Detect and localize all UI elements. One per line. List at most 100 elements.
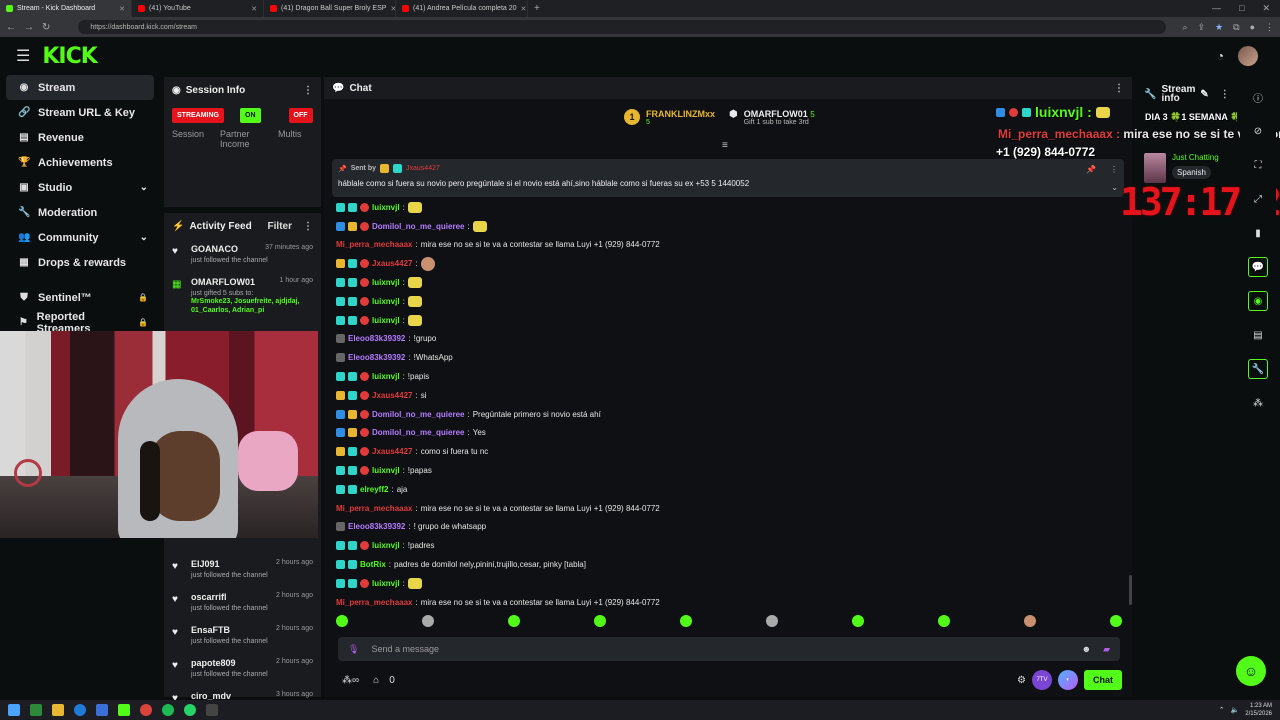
chat-username[interactable]: luixnvjl [372, 579, 400, 588]
minimize-icon[interactable]: — [1212, 3, 1221, 14]
close-icon[interactable]: ✕ [1262, 3, 1270, 14]
menu-icon[interactable]: ⋮ [1265, 22, 1274, 33]
seventv-button[interactable]: 7TV [1032, 670, 1052, 690]
fullscreen-icon[interactable]: ⛶ [1248, 155, 1268, 175]
microphone-icon[interactable]: 🎙 [348, 644, 359, 655]
clock[interactable]: 1:23 AM 2/15/2026 [1245, 702, 1272, 718]
quick-emote[interactable] [422, 615, 434, 627]
chat-username[interactable]: luixnvjl [372, 278, 400, 287]
chat-username[interactable]: Mi_perra_mechaaax [336, 240, 413, 249]
tray-chevron-icon[interactable]: ⌃ [1219, 706, 1225, 714]
sidebar-item-stream-url-key[interactable]: 🔗 Stream URL & Key [6, 100, 154, 125]
more-options-icon[interactable]: ⋮ [1114, 83, 1124, 94]
activity-icon[interactable]: ▤ [1248, 325, 1268, 345]
browser-tab[interactable]: (41) Andrea Película completa 20 ✕ [396, 0, 528, 17]
support-chat-button[interactable]: ☺ [1236, 656, 1266, 686]
quick-emote[interactable] [594, 615, 606, 627]
kick-logo[interactable]: KICK [42, 44, 97, 69]
quick-emote[interactable] [1024, 615, 1036, 627]
chat-username[interactable]: Mi_perra_mechaaax [336, 598, 413, 607]
share-icon[interactable]: ⇪ [1198, 22, 1206, 33]
extensions-icon[interactable]: ⧉ [1233, 22, 1239, 33]
edge-icon[interactable] [74, 704, 86, 716]
activity-username[interactable]: EnsaFTB [191, 625, 230, 635]
user-avatar[interactable] [1238, 46, 1258, 66]
chat-username[interactable]: luixnvjl [372, 297, 400, 306]
tab-close-icon[interactable]: ✕ [119, 5, 125, 13]
chat-username[interactable]: Eleoo83k39392 [348, 522, 405, 531]
chat-username[interactable]: Jxaus4427 [372, 391, 412, 400]
quick-emote[interactable] [852, 615, 864, 627]
chat-username[interactable]: BotRix [360, 560, 386, 569]
chat-username[interactable]: Domilol_no_me_quieree [372, 428, 464, 437]
top-gifter-2[interactable]: ⬢ OMARFLOW01 5 Gift 1 sub to take 3rd [729, 109, 815, 126]
folder-icon[interactable] [52, 704, 64, 716]
activity-username[interactable]: OMARFLOW01 [191, 277, 255, 287]
edit-pencil-icon[interactable]: ✎ [1200, 89, 1208, 99]
chat-username[interactable]: Mi_perra_mechaaax [336, 504, 413, 513]
emote-picker-icon[interactable]: ▰ [1103, 644, 1110, 655]
chrome-icon[interactable] [140, 704, 152, 716]
chat-icon[interactable]: 💬 [1248, 257, 1268, 277]
taskbar-app-icon[interactable] [206, 704, 218, 716]
browser-tab[interactable]: Stream - Kick Dashboard ✕ [0, 0, 132, 17]
volume-icon[interactable]: 🔈 [1231, 706, 1240, 714]
clipboard-icon[interactable]: ▮ [1248, 223, 1268, 243]
chat-username[interactable]: luixnvjl [372, 203, 400, 212]
chat-username[interactable]: luixnvjl [372, 466, 400, 475]
bookmark-star-icon[interactable]: ★ [1215, 22, 1223, 33]
chat-username[interactable]: elreyff2 [360, 485, 388, 494]
category-thumbnail[interactable] [1144, 153, 1166, 183]
chat-username[interactable]: Domilol_no_me_quieree [372, 410, 464, 419]
sidebar-item-achievements[interactable]: 🏆 Achievements [6, 150, 154, 175]
more-options-icon[interactable]: ⋮ [1220, 89, 1230, 99]
browser-tab[interactable]: (41) Dragon Ball Super Broly ESP ✕ [264, 0, 396, 17]
emoji-icon[interactable]: ☻ [1082, 644, 1091, 655]
maximize-icon[interactable]: □ [1239, 3, 1244, 14]
top-gifter-1[interactable]: 1 FRANKLINZMxx 5 [624, 109, 715, 126]
url-field[interactable]: https://dashboard.kick.com/stream [78, 20, 1167, 34]
chevron-down-icon[interactable]: ⌄ [140, 182, 148, 193]
quick-emote[interactable] [336, 615, 348, 627]
kick-app-icon[interactable] [118, 704, 130, 716]
chat-username[interactable]: luixnvjl [372, 541, 400, 550]
hamburger-menu-icon[interactable]: ☰ [16, 46, 30, 66]
unpin-icon[interactable]: 📌 [1086, 165, 1096, 174]
start-icon[interactable] [8, 704, 20, 716]
browser-tab[interactable]: (41) YouTube ✕ [132, 0, 264, 17]
broadcast-icon[interactable]: ◉ [1248, 291, 1268, 311]
chat-input[interactable]: 🎙 Send a message ☻ ▰ [338, 637, 1120, 661]
sidebar-item-drops-rewards[interactable]: ▦ Drops & rewards [6, 250, 154, 275]
taskbar-app-icon[interactable] [30, 704, 42, 716]
quick-emote[interactable] [1110, 615, 1122, 627]
ban-icon[interactable]: ⊘ [1248, 121, 1268, 141]
sidebar-item-community[interactable]: 👥 Community ⌄ [6, 225, 154, 250]
category-name[interactable]: Just Chatting [1172, 153, 1219, 162]
info-icon[interactable]: ⓘ [1248, 87, 1268, 107]
chat-username[interactable]: Domilol_no_me_quieree [372, 222, 464, 231]
extension-icon[interactable]: ◐ [1058, 670, 1078, 690]
quick-emote[interactable] [680, 615, 692, 627]
chat-username[interactable]: Jxaus4427 [372, 259, 412, 268]
more-options-icon[interactable]: ⋮ [303, 85, 313, 96]
back-icon[interactable]: ← [6, 22, 16, 33]
chat-send-button[interactable]: Chat [1084, 670, 1122, 690]
chat-username[interactable]: Eleoo83k39392 [348, 353, 405, 362]
sidebar-item-stream[interactable]: ◉ Stream [6, 75, 154, 100]
store-icon[interactable] [96, 704, 108, 716]
infinity-icon[interactable]: ⁂∞ [342, 675, 359, 686]
profile-icon[interactable]: ● [1250, 22, 1255, 33]
chevron-down-icon[interactable]: ⌄ [1111, 183, 1118, 192]
activity-username[interactable]: oscarrifl [191, 592, 227, 602]
activity-username[interactable]: papote809 [191, 658, 236, 668]
chevron-down-icon[interactable]: ⌄ [140, 232, 148, 243]
chat-username[interactable]: luixnvjl [372, 372, 400, 381]
chat-username[interactable]: luixnvjl [372, 316, 400, 325]
zoom-icon[interactable]: ⌕ [1182, 22, 1187, 33]
chat-username[interactable]: Eleoo83k39392 [348, 334, 405, 343]
activity-username[interactable]: GOANACO [191, 244, 238, 254]
expand-handle-icon[interactable]: ≡ [722, 140, 728, 151]
quick-emote[interactable] [766, 615, 778, 627]
forward-icon[interactable]: → [24, 22, 34, 33]
chat-scrollbar[interactable] [1129, 575, 1132, 605]
